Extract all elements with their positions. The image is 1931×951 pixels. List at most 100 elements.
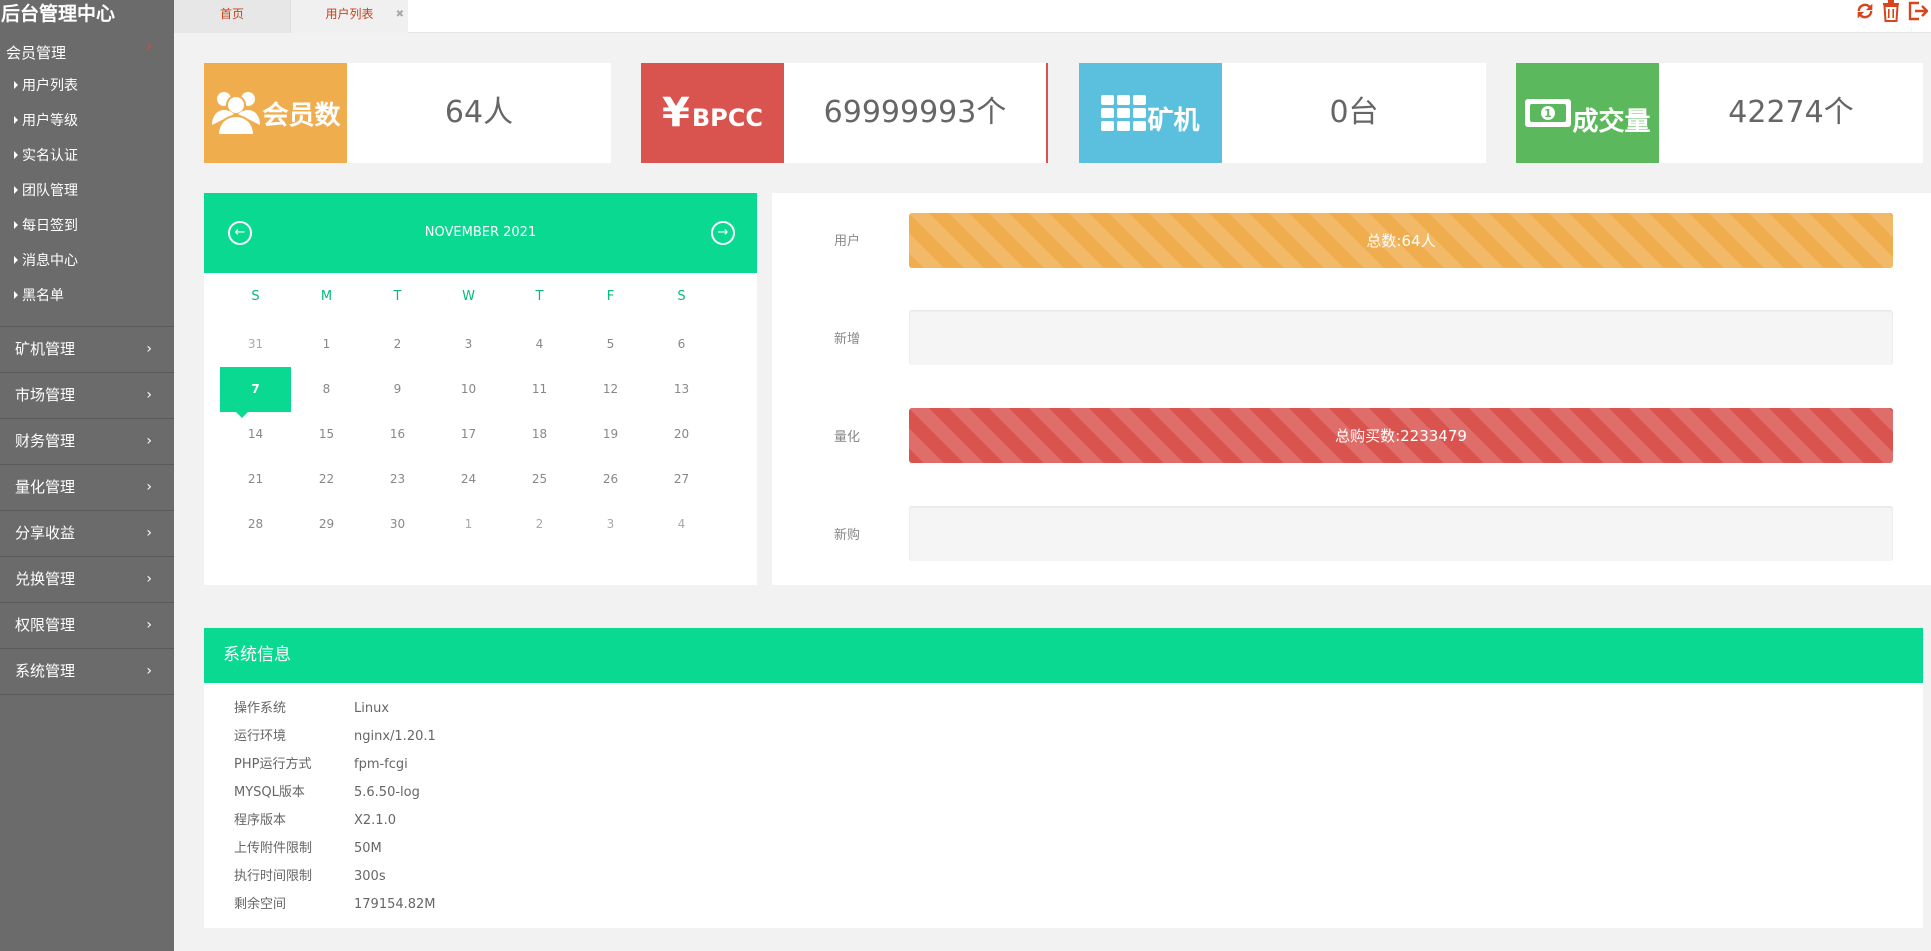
- tab-home[interactable]: 首页: [174, 0, 290, 33]
- calendar-day[interactable]: 1: [433, 502, 504, 547]
- system-row: MYSQL版本 5.6.50-log: [234, 779, 420, 807]
- menu-exchange[interactable]: 兑换管理 ›: [0, 557, 174, 602]
- chevron-right-icon: ›: [146, 433, 152, 449]
- calendar-day[interactable]: 3: [433, 322, 504, 367]
- trash-icon[interactable]: [1879, 0, 1903, 24]
- menu-label: 矿机管理: [15, 340, 76, 358]
- sub-item-team[interactable]: 团队管理: [0, 176, 174, 211]
- system-info-title: 系统信息: [204, 628, 1923, 683]
- calendar-day[interactable]: 18: [504, 412, 575, 457]
- calendar-day[interactable]: 26: [575, 457, 646, 502]
- menu-system[interactable]: 系统管理 ›: [0, 649, 174, 694]
- calendar-day[interactable]: 8: [291, 367, 362, 412]
- system-row: 剩余空间 179154.82M: [234, 891, 436, 919]
- calendar-day[interactable]: 15: [291, 412, 362, 457]
- calendar-day[interactable]: 27: [646, 457, 717, 502]
- menu-market[interactable]: 市场管理 ›: [0, 373, 174, 418]
- caret-right-icon: [14, 291, 18, 299]
- caret-right-icon: [14, 116, 18, 124]
- chevron-right-icon: ›: [146, 525, 152, 541]
- menu-group-exchange: 兑换管理 ›: [0, 557, 174, 603]
- progress-bar-users: 总数:64人: [909, 213, 1893, 268]
- menu-label: 财务管理: [15, 432, 76, 450]
- sub-item-blacklist[interactable]: 黑名单: [0, 281, 174, 316]
- caret-right-icon: [14, 221, 18, 229]
- sub-item-user-list[interactable]: 用户列表: [0, 71, 174, 106]
- sub-item-messages[interactable]: 消息中心: [0, 246, 174, 281]
- sub-item-user-level[interactable]: 用户等级: [0, 106, 174, 141]
- chevron-right-icon: ›: [146, 39, 152, 55]
- menu-group-quant: 量化管理 ›: [0, 465, 174, 511]
- calendar-day[interactable]: 11: [504, 367, 575, 412]
- stat-icon-miners: 矿机: [1079, 63, 1222, 163]
- calendar-weekday: S: [677, 289, 686, 304]
- calendar-day[interactable]: 1: [291, 322, 362, 367]
- menu-group-share: 分享收益 ›: [0, 511, 174, 557]
- progress-bar-quant: 总购买数:2233479: [909, 408, 1893, 463]
- money-icon: 1: [1525, 99, 1572, 127]
- tab-bar: 首页 用户列表 ✖: [174, 0, 1931, 33]
- menu-miners[interactable]: 矿机管理 ›: [0, 327, 174, 372]
- calendar-day[interactable]: 28: [220, 502, 291, 547]
- sub-item-checkin[interactable]: 每日签到: [0, 211, 174, 246]
- calendar-day[interactable]: 21: [220, 457, 291, 502]
- caret-right-icon: [14, 186, 18, 194]
- sub-item-label: 用户列表: [22, 78, 78, 94]
- calendar-day[interactable]: 7: [220, 367, 291, 418]
- menu-quant[interactable]: 量化管理 ›: [0, 465, 174, 510]
- arrow-right-icon[interactable]: →: [711, 221, 735, 245]
- chevron-right-icon: ›: [146, 479, 152, 495]
- calendar-day[interactable]: 13: [646, 367, 717, 412]
- tab-label: 用户列表: [325, 7, 374, 21]
- calendar-day[interactable]: 10: [433, 367, 504, 412]
- tab-label: 首页: [219, 7, 244, 21]
- calendar-day[interactable]: 30: [362, 502, 433, 547]
- calendar-day[interactable]: 6: [646, 322, 717, 367]
- calendar-day[interactable]: 3: [575, 502, 646, 547]
- calendar-day[interactable]: 16: [362, 412, 433, 457]
- progress-label-new-purchase: 新购: [834, 528, 861, 543]
- calendar-day[interactable]: 5: [575, 322, 646, 367]
- calendar-weekday: S: [251, 289, 260, 304]
- calendar-day[interactable]: 17: [433, 412, 504, 457]
- calendar-day[interactable]: 4: [504, 322, 575, 367]
- calendar-day[interactable]: 23: [362, 457, 433, 502]
- calendar-day[interactable]: 2: [504, 502, 575, 547]
- calendar-day[interactable]: 4: [646, 502, 717, 547]
- system-value: 300s: [354, 869, 386, 884]
- calendar-day[interactable]: 14: [220, 412, 291, 457]
- calendar-day[interactable]: 2: [362, 322, 433, 367]
- menu-label: 兑换管理: [15, 570, 76, 588]
- close-icon[interactable]: ✖: [396, 0, 404, 29]
- calendar-day[interactable]: 24: [433, 457, 504, 502]
- calendar-weekday: T: [535, 289, 544, 304]
- calendar-day[interactable]: 9: [362, 367, 433, 412]
- calendar-day[interactable]: 12: [575, 367, 646, 412]
- calendar-day[interactable]: 19: [575, 412, 646, 457]
- caret-right-icon: [14, 256, 18, 264]
- system-value: 5.6.50-log: [354, 785, 420, 800]
- menu-finance[interactable]: 财务管理 ›: [0, 419, 174, 464]
- calendar-day[interactable]: 25: [504, 457, 575, 502]
- calendar-day[interactable]: 22: [291, 457, 362, 502]
- system-row: 执行时间限制 300s: [234, 863, 386, 891]
- calendar-day[interactable]: 31: [220, 322, 291, 367]
- system-row: PHP运行方式 fpm-fcgi: [234, 751, 408, 779]
- menu-members[interactable]: 会员管理 ›: [0, 31, 174, 71]
- calendar-day[interactable]: 20: [646, 412, 717, 457]
- caret-right-icon: [14, 151, 18, 159]
- stat-icon-bpcc: ¥ BPCC: [641, 63, 784, 163]
- tab-user-list[interactable]: 用户列表 ✖: [290, 0, 408, 33]
- menu-label: 量化管理: [15, 478, 76, 496]
- logout-icon[interactable]: [1905, 0, 1929, 24]
- refresh-icon[interactable]: [1853, 0, 1877, 24]
- menu-share[interactable]: 分享收益 ›: [0, 511, 174, 556]
- sub-item-verification[interactable]: 实名认证: [0, 141, 174, 176]
- menu-permissions[interactable]: 权限管理 ›: [0, 603, 174, 648]
- stat-card-miners: 矿机 0台: [1079, 63, 1486, 163]
- stat-card-members: 会员数 64人: [204, 63, 611, 163]
- stat-icon-volume: 1 成交量: [1516, 63, 1659, 163]
- calendar-month: NOVEMBER 2021: [424, 225, 537, 240]
- calendar-day[interactable]: 29: [291, 502, 362, 547]
- menu-group-finance: 财务管理 ›: [0, 419, 174, 465]
